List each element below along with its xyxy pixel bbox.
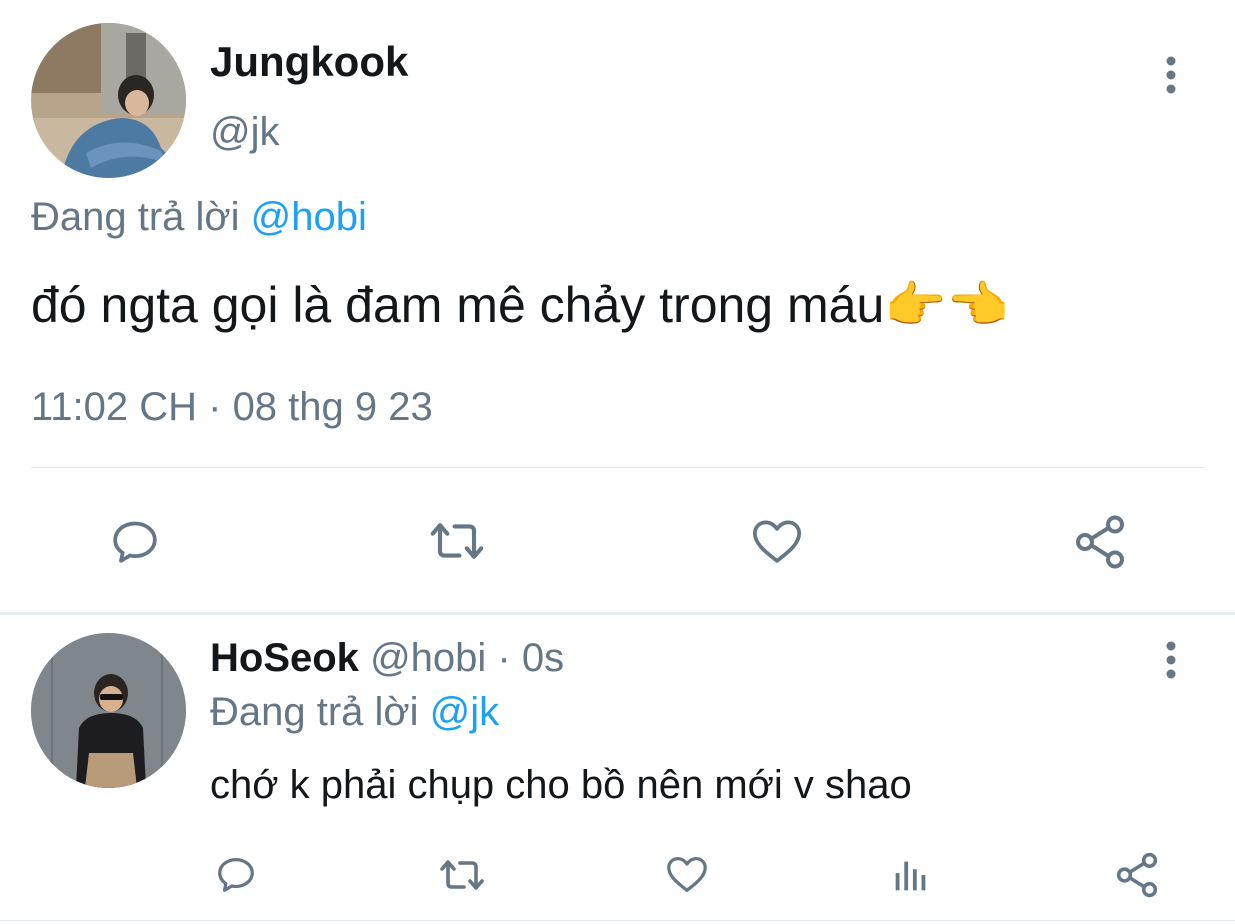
analytics-icon[interactable] <box>888 852 934 898</box>
more-vertical-icon[interactable] <box>1159 640 1183 682</box>
retweet-icon[interactable] <box>434 851 490 899</box>
section-divider <box>0 612 1235 615</box>
author-name[interactable]: Jungkook <box>210 38 408 86</box>
mention-jk[interactable]: @jk <box>430 690 500 734</box>
mention-hobi[interactable]: @hobi <box>251 195 367 239</box>
tweet-text: đó ngta gọi là đam mê chảy trong máu👉👈 <box>31 276 1009 335</box>
bottom-divider <box>0 920 1235 921</box>
reply-replying-prefix: Đang trả lời <box>210 690 419 734</box>
replying-to-line: Đang trả lời @hobi <box>31 195 367 240</box>
tweet-body: đó ngta gọi là đam mê chảy trong máu <box>31 277 885 333</box>
reply-header: HoSeok @hobi · 0s <box>210 636 564 681</box>
tweet-emoji: 👉👈 <box>884 277 1009 333</box>
avatar-hoseok[interactable] <box>31 633 186 788</box>
heart-icon[interactable] <box>663 851 711 897</box>
reply-time: · 0s <box>497 636 565 680</box>
divider <box>31 467 1204 468</box>
reply-author-handle[interactable]: @hobi <box>370 636 486 680</box>
author-handle[interactable]: @jk <box>210 110 280 155</box>
reply-icon[interactable] <box>107 513 163 569</box>
reply-text: chớ k phải chụp cho bồ nên mới v shao <box>210 763 912 807</box>
heart-icon[interactable] <box>748 513 806 569</box>
reply-author-name[interactable]: HoSeok <box>210 636 359 680</box>
reply-replying-to-line: Đang trả lời @jk <box>210 690 499 735</box>
retweet-icon[interactable] <box>423 511 491 571</box>
share-icon[interactable] <box>1070 512 1130 572</box>
avatar-jungkook[interactable] <box>31 23 186 178</box>
tweet-timestamp[interactable]: 11:02 CH · 08 thg 9 23 <box>31 385 433 430</box>
more-vertical-icon[interactable] <box>1159 55 1183 97</box>
share-icon[interactable] <box>1112 850 1162 900</box>
replying-prefix: Đang trả lời <box>31 195 240 239</box>
reply-icon[interactable] <box>213 851 259 897</box>
